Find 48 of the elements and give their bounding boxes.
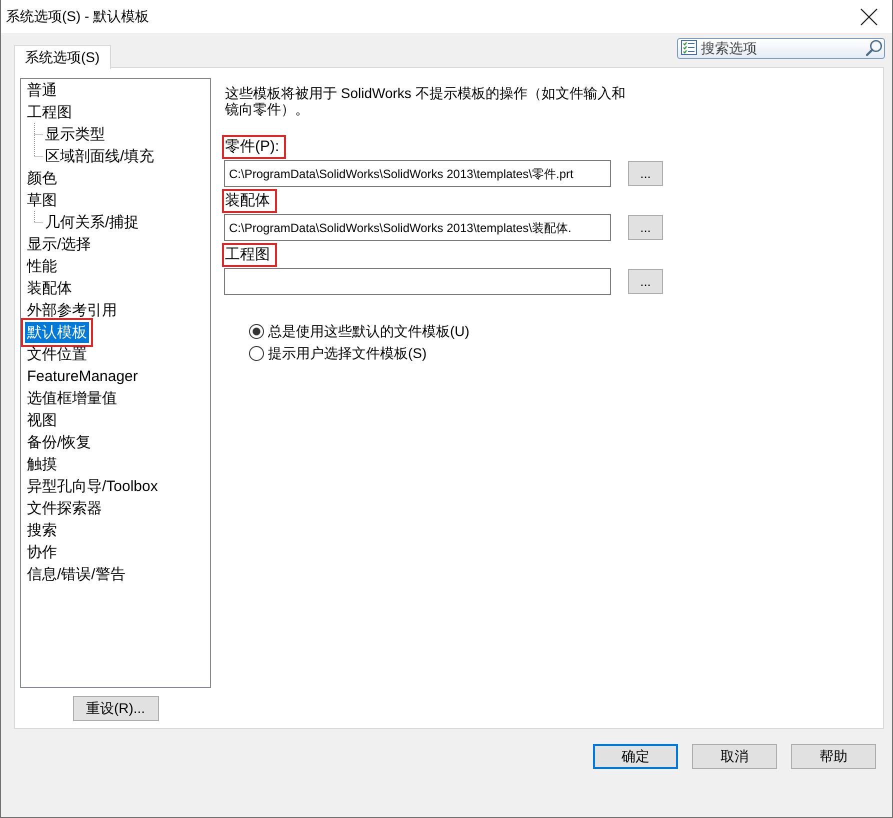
tree-item[interactable]: 颜色 (25, 168, 59, 188)
browse-button[interactable]: ... (628, 215, 663, 240)
field-label: 零件(P): (225, 136, 280, 156)
search-icon[interactable] (865, 39, 883, 57)
dialog-button[interactable]: 确定 (593, 744, 678, 769)
path-field[interactable] (224, 268, 611, 295)
tree-connector-icon (34, 211, 43, 223)
tree-item[interactable]: 默认模板 (25, 322, 89, 342)
radio-label[interactable]: 提示用户选择文件模板(S) (268, 342, 427, 364)
tree-item[interactable]: 装配体 (25, 278, 74, 298)
radio-label[interactable]: 总是使用这些默认的文件模板(U) (268, 320, 470, 342)
description-text: 这些模板将被用于 SolidWorks 不提示模板的操作（如文件输入和镜向零件）。 (224, 85, 626, 117)
dialog-button[interactable]: 取消 (692, 744, 777, 769)
close-icon (860, 8, 878, 26)
tab[interactable]: 系统选项(S) (14, 45, 111, 69)
tree-item[interactable]: 触摸 (25, 454, 59, 474)
search-field[interactable]: 搜索选项 (677, 38, 885, 59)
browse-button[interactable]: ... (628, 161, 663, 186)
browse-button[interactable]: ... (628, 269, 663, 294)
tree-item[interactable]: 异型孔向导/Toolbox (25, 476, 160, 496)
path-field[interactable]: C:\ProgramData\SolidWorks\SolidWorks 2013\templates\零件.prt (224, 160, 611, 187)
tree-item[interactable]: 选值框增量值 (25, 388, 119, 408)
tree-item[interactable]: 外部参考引用 (25, 300, 119, 320)
reset-button[interactable]: 重设(R)... (72, 696, 158, 721)
path-field[interactable]: C:\ProgramData\SolidWorks\SolidWorks 2013\templates\装配体. (224, 214, 611, 241)
dialog-button[interactable]: 帮助 (791, 744, 876, 769)
tree-item[interactable]: 协作 (25, 542, 59, 562)
tree-item[interactable]: 工程图 (25, 102, 74, 122)
field-label: 装配体 (225, 190, 271, 210)
tree-item[interactable]: 性能 (25, 256, 59, 276)
radio-button[interactable] (249, 346, 264, 360)
tree-item[interactable]: 草图 (25, 190, 59, 210)
tree-item[interactable]: 显示类型 (43, 124, 107, 144)
tree-item[interactable]: 视图 (25, 410, 59, 430)
field-label: 工程图 (225, 244, 271, 264)
window-title: 系统选项(S) - 默认模板 (5, 7, 150, 26)
tree-item[interactable]: 几何关系/捕捉 (43, 212, 142, 232)
tree-item[interactable]: FeatureManager (25, 366, 140, 386)
tree-item[interactable]: 区域剖面线/填充 (43, 146, 156, 166)
radio-button[interactable] (249, 324, 264, 338)
tree-item[interactable]: 显示/选择 (25, 234, 94, 254)
tree-item[interactable]: 信息/错误/警告 (25, 564, 128, 584)
checklist-icon (681, 40, 697, 55)
tree-item[interactable]: 普通 (25, 80, 59, 100)
tree-item[interactable]: 文件探索器 (25, 498, 104, 518)
tree-item[interactable]: 文件位置 (25, 344, 89, 364)
tree-item[interactable]: 备份/恢复 (25, 432, 94, 452)
tree-item[interactable]: 搜索 (25, 520, 59, 540)
